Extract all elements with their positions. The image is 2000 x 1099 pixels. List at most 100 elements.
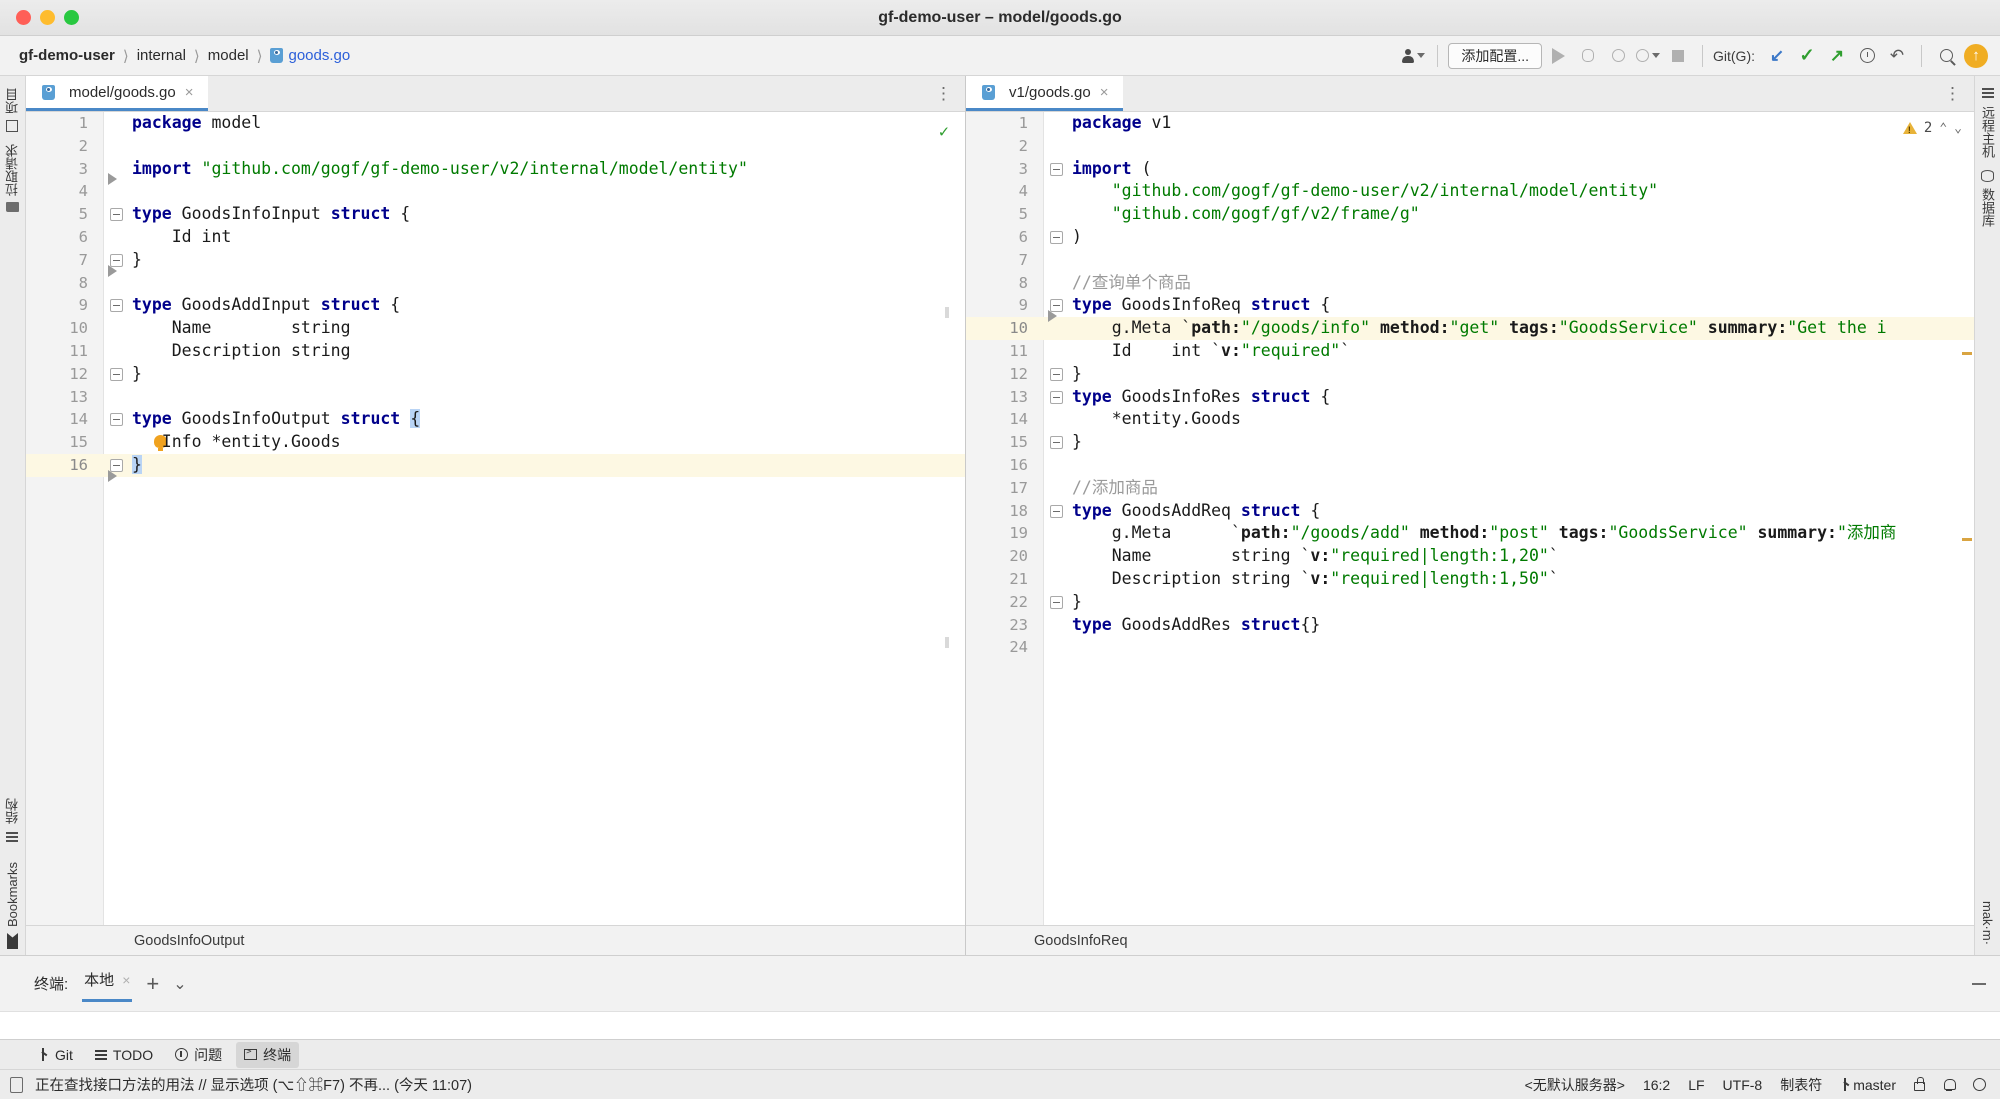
code-line[interactable]: 18 type GoodsAddReq struct { <box>966 500 1974 523</box>
close-icon[interactable]: × <box>1100 85 1109 100</box>
settings-icon[interactable] <box>1973 1078 1986 1091</box>
code-line[interactable]: 5 "github.com/gogf/gf/v2/frame/g" <box>966 203 1974 226</box>
status-encoding[interactable]: UTF-8 <box>1723 1077 1763 1093</box>
code-editor-left[interactable]: 1 package model 2 3 import "github.com/gogf/… <box>26 112 965 925</box>
code-line[interactable]: 1 package model <box>26 112 965 135</box>
stop-button[interactable] <box>1664 42 1692 70</box>
git-history-button[interactable] <box>1853 42 1881 70</box>
sidebar-item-remote-host[interactable]: 远程主机 <box>1978 82 1997 164</box>
code-line[interactable]: 13 type GoodsInfoRes struct { <box>966 386 1974 409</box>
code-line[interactable]: 7 <box>966 249 1974 272</box>
code-line[interactable]: 15 Info *entity.Goods <box>26 431 965 454</box>
sidebar-item-bookmarks[interactable]: Bookmarks <box>5 848 20 955</box>
code-line[interactable]: 11 Id int `v:"required"` <box>966 340 1974 363</box>
tab-options-button[interactable]: ⋮ <box>923 76 965 111</box>
code-line[interactable]: 19 g.Meta `path:"/goods/add" method:"pos… <box>966 522 1974 545</box>
inspection-widget[interactable]: 2 ⌃ ⌄ <box>1902 120 1962 136</box>
code-line[interactable]: 3 import "github.com/gogf/gf-demo-user/v2… <box>26 158 965 181</box>
terminal-tab-local[interactable]: 本地 × <box>82 965 133 1002</box>
status-line-separator[interactable]: LF <box>1688 1077 1704 1093</box>
git-update-button[interactable]: ↙ <box>1763 42 1791 70</box>
code-line[interactable]: 14 type GoodsInfoOutput struct { <box>26 408 965 431</box>
code-line[interactable]: 15} <box>966 431 1974 454</box>
sidebar-item-structure[interactable]: 结构 <box>3 792 22 848</box>
code-line[interactable]: 24 <box>966 636 1974 659</box>
git-commit-button[interactable]: ✓ <box>1793 42 1821 70</box>
code-line[interactable]: 13 <box>26 386 965 409</box>
chevron-up-icon[interactable]: ⌃ <box>1939 121 1947 136</box>
run-button[interactable] <box>1544 42 1572 70</box>
code-line[interactable]: 10 g.Meta `path:"/goods/info" method:"ge… <box>966 310 1974 340</box>
search-everywhere-button[interactable] <box>1932 42 1960 70</box>
code-line[interactable]: 4 "github.com/gogf/gf-demo-user/v2/inter… <box>966 180 1974 203</box>
run-gutter-icon[interactable] <box>108 264 117 277</box>
user-switch-button[interactable] <box>1399 42 1427 70</box>
code-line[interactable]: 6) <box>966 226 1974 249</box>
status-branch[interactable]: master <box>1840 1077 1896 1093</box>
code-line[interactable]: 23 type GoodsAddRes struct{} <box>966 614 1974 637</box>
minimize-icon[interactable] <box>1972 982 1986 985</box>
editor-breadcrumb-left[interactable]: GoodsInfoOutput <box>26 925 965 955</box>
code-line[interactable]: 10 Name string <box>26 317 965 340</box>
run-gutter-icon[interactable] <box>108 469 117 482</box>
code-line[interactable]: 8 <box>26 264 965 295</box>
notification-icon[interactable] <box>1943 1078 1956 1091</box>
git-push-button[interactable]: ↗ <box>1823 42 1851 70</box>
minimize-button[interactable] <box>40 10 55 25</box>
chevron-down-icon[interactable]: ⌄ <box>1954 121 1962 136</box>
code-line[interactable]: 17 //添加商品 <box>966 477 1974 500</box>
code-line[interactable]: 7} <box>26 249 965 272</box>
inspection-ok-icon[interactable]: ✓ <box>939 122 949 142</box>
code-line[interactable]: 9 type GoodsInfoReq struct { <box>966 294 1974 317</box>
fold-toggle-icon[interactable] <box>1050 162 1063 176</box>
tool-button-problems[interactable]: 问题 <box>167 1042 230 1068</box>
code-line[interactable]: 16 <box>966 454 1974 477</box>
new-terminal-button[interactable]: + <box>146 972 159 995</box>
terminal-output[interactable] <box>0 1011 2000 1039</box>
code-line[interactable]: 8 //查询单个商品 <box>966 272 1974 295</box>
zoom-button[interactable] <box>64 10 79 25</box>
fold-toggle-icon[interactable] <box>110 299 123 313</box>
code-line[interactable]: 2 <box>26 135 965 158</box>
breadcrumb-item-project[interactable]: gf-demo-user <box>14 46 120 65</box>
code-line[interactable]: 11 Description string <box>26 340 965 363</box>
code-line[interactable]: 21 Description string `v:"required|lengt… <box>966 568 1974 591</box>
code-line[interactable]: 1 package v1 <box>966 112 1974 135</box>
fold-toggle-icon[interactable] <box>110 208 123 222</box>
close-icon[interactable]: × <box>122 972 130 988</box>
sidebar-item-pull-requests[interactable]: 拉取请求 <box>3 138 22 218</box>
tool-button-todo[interactable]: TODO <box>87 1044 161 1066</box>
sidebar-item-makefile[interactable]: mak·m· <box>1980 895 1995 955</box>
breadcrumb-item-model[interactable]: model <box>203 46 254 65</box>
code-line[interactable]: 6 Id int <box>26 226 965 249</box>
code-line[interactable]: 12} <box>966 363 1974 386</box>
editor-breadcrumb-right[interactable]: GoodsInfoReq <box>966 925 1974 955</box>
tab-v1-goods-go[interactable]: v1/goods.go × <box>966 76 1123 111</box>
code-line[interactable]: 5 type GoodsInfoInput struct { <box>26 203 965 226</box>
fold-toggle-icon[interactable] <box>1050 595 1063 609</box>
breadcrumb-item-file[interactable]: goods.go <box>265 46 355 65</box>
tab-model-goods-go[interactable]: model/goods.go × <box>26 76 208 111</box>
error-stripe-mark[interactable] <box>1962 352 1972 355</box>
status-indent[interactable]: 制表符 <box>1780 1075 1822 1095</box>
code-line[interactable]: 12} <box>26 363 965 386</box>
code-line[interactable]: 2 <box>966 135 1974 158</box>
close-button[interactable] <box>16 10 31 25</box>
git-rollback-button[interactable]: ↶ <box>1883 42 1911 70</box>
window-controls[interactable] <box>0 10 79 25</box>
tab-options-button[interactable]: ⋮ <box>1932 76 1974 111</box>
debug-button[interactable] <box>1574 42 1602 70</box>
fold-toggle-icon[interactable] <box>1050 436 1063 450</box>
status-server[interactable]: <无默认服务器> <box>1525 1075 1625 1095</box>
account-avatar[interactable]: ↑ <box>1962 42 1990 70</box>
run-coverage-button[interactable] <box>1604 42 1632 70</box>
code-line[interactable]: 4 <box>26 173 965 203</box>
code-content-right[interactable]: 1 package v1 2 3 import (4 "github.com/gogf/… <box>966 112 1974 925</box>
error-stripe-mark[interactable] <box>1962 538 1972 541</box>
close-icon[interactable]: × <box>185 85 194 100</box>
run-gutter-icon[interactable] <box>108 173 117 186</box>
breadcrumb-item-internal[interactable]: internal <box>132 46 191 65</box>
tool-button-git[interactable]: Git <box>30 1044 81 1066</box>
run-gutter-icon[interactable] <box>1048 310 1057 323</box>
run-profile-button[interactable] <box>1634 42 1662 70</box>
